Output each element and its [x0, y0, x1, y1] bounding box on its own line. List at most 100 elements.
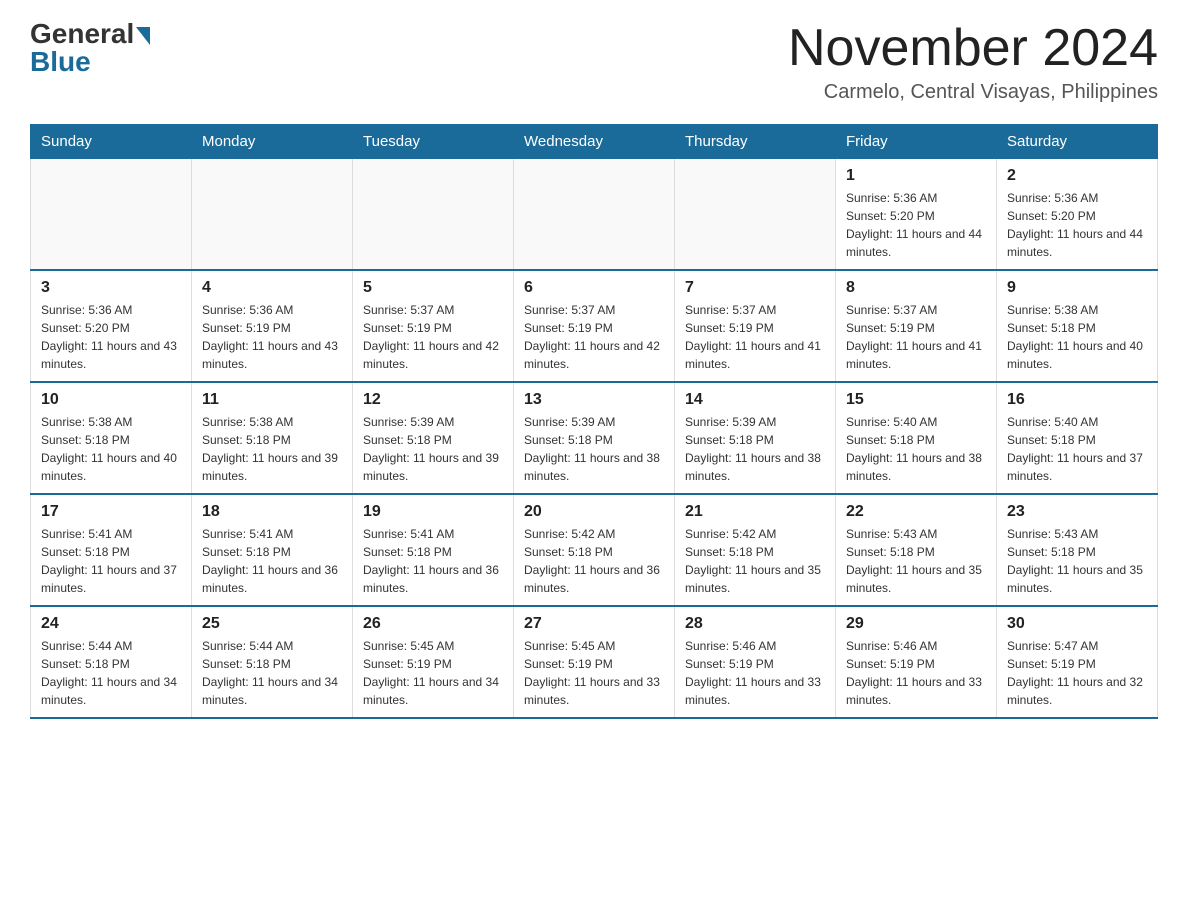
calendar-cell: 17 Sunrise: 5:41 AMSunset: 5:18 PMDayligh…: [31, 494, 192, 606]
calendar-cell: 20Sunrise: 5:42 AMSunset: 5:18 PMDayligh…: [514, 494, 675, 606]
logo-arrow-icon: [136, 27, 150, 45]
weekday-header-saturday: Saturday: [997, 125, 1158, 159]
day-number: 29: [846, 615, 986, 633]
day-number: 20: [524, 503, 664, 521]
logo-blue-text: Blue: [30, 46, 91, 78]
calendar-cell: 28 Sunrise: 5:46 AMSunset: 5:19 PMDayligh…: [675, 606, 836, 718]
day-info: Sunrise: 5:38 AMSunset: 5:18 PMDaylight:…: [202, 413, 342, 485]
calendar-cell: 26 Sunrise: 5:45 AMSunset: 5:19 PMDayligh…: [353, 606, 514, 718]
weekday-header-monday: Monday: [192, 125, 353, 159]
calendar-cell: [353, 159, 514, 271]
weekday-header-tuesday: Tuesday: [353, 125, 514, 159]
day-info: Sunrise: 5:40 AMSunset: 5:18 PMDaylight:…: [1007, 413, 1147, 485]
day-info: Sunrise: 5:37 AMSunset: 5:19 PMDaylight:…: [685, 301, 825, 373]
day-number: 10: [41, 391, 181, 409]
day-number: 3: [41, 279, 181, 297]
day-info: Sunrise: 5:41 AMSunset: 5:18 PMDaylight:…: [41, 525, 181, 597]
weekday-header-friday: Friday: [836, 125, 997, 159]
calendar-cell: 11Sunrise: 5:38 AMSunset: 5:18 PMDayligh…: [192, 382, 353, 494]
day-info: Sunrise: 5:41 AMSunset: 5:18 PMDaylight:…: [363, 525, 503, 597]
day-info: Sunrise: 5:36 AMSunset: 5:20 PMDaylight:…: [846, 189, 986, 261]
day-info: Sunrise: 5:45 AMSunset: 5:19 PMDaylight:…: [524, 637, 664, 709]
header-right: November 2024 Carmelo, Central Visayas, …: [788, 20, 1158, 104]
calendar-header: SundayMondayTuesdayWednesdayThursdayFrid…: [31, 125, 1158, 159]
day-info: Sunrise: 5:43 AMSunset: 5:18 PMDaylight:…: [846, 525, 986, 597]
day-number: 4: [202, 279, 342, 297]
calendar-cell: [675, 159, 836, 271]
calendar-cell: 2Sunrise: 5:36 AMSunset: 5:20 PMDaylight…: [997, 159, 1158, 271]
day-info: Sunrise: 5:36 AMSunset: 5:20 PMDaylight:…: [41, 301, 181, 373]
day-info: Sunrise: 5:40 AMSunset: 5:18 PMDaylight:…: [846, 413, 986, 485]
calendar-week-row: 24 Sunrise: 5:44 AMSunset: 5:18 PMDayligh…: [31, 606, 1158, 718]
day-number: 30: [1007, 615, 1147, 633]
calendar-cell: 7 Sunrise: 5:37 AMSunset: 5:19 PMDaylight…: [675, 270, 836, 382]
day-number: 12: [363, 391, 503, 409]
calendar-cell: 1 Sunrise: 5:36 AMSunset: 5:20 PMDaylight…: [836, 159, 997, 271]
day-number: 21: [685, 503, 825, 521]
calendar-body: 1 Sunrise: 5:36 AMSunset: 5:20 PMDaylight…: [31, 159, 1158, 719]
calendar-cell: 14 Sunrise: 5:39 AMSunset: 5:18 PMDayligh…: [675, 382, 836, 494]
day-number: 13: [524, 391, 664, 409]
calendar-cell: 21 Sunrise: 5:42 AMSunset: 5:18 PMDayligh…: [675, 494, 836, 606]
day-number: 24: [41, 615, 181, 633]
day-info: Sunrise: 5:37 AMSunset: 5:19 PMDaylight:…: [846, 301, 986, 373]
calendar-cell: 16Sunrise: 5:40 AMSunset: 5:18 PMDayligh…: [997, 382, 1158, 494]
day-number: 8: [846, 279, 986, 297]
day-number: 25: [202, 615, 342, 633]
calendar-cell: 19Sunrise: 5:41 AMSunset: 5:18 PMDayligh…: [353, 494, 514, 606]
day-info: Sunrise: 5:41 AMSunset: 5:18 PMDaylight:…: [202, 525, 342, 597]
calendar-cell: 12 Sunrise: 5:39 AMSunset: 5:18 PMDayligh…: [353, 382, 514, 494]
calendar-week-row: 17 Sunrise: 5:41 AMSunset: 5:18 PMDayligh…: [31, 494, 1158, 606]
day-info: Sunrise: 5:38 AMSunset: 5:18 PMDaylight:…: [41, 413, 181, 485]
page-header: General Blue November 2024 Carmelo, Cent…: [30, 20, 1158, 104]
day-number: 5: [363, 279, 503, 297]
day-number: 17: [41, 503, 181, 521]
calendar-cell: [192, 159, 353, 271]
day-info: Sunrise: 5:44 AMSunset: 5:18 PMDaylight:…: [41, 637, 181, 709]
calendar-cell: 9 Sunrise: 5:38 AMSunset: 5:18 PMDaylight…: [997, 270, 1158, 382]
calendar-cell: 24 Sunrise: 5:44 AMSunset: 5:18 PMDayligh…: [31, 606, 192, 718]
day-number: 23: [1007, 503, 1147, 521]
day-info: Sunrise: 5:42 AMSunset: 5:18 PMDaylight:…: [685, 525, 825, 597]
calendar-table: SundayMondayTuesdayWednesdayThursdayFrid…: [30, 124, 1158, 719]
day-number: 28: [685, 615, 825, 633]
calendar-cell: 18 Sunrise: 5:41 AMSunset: 5:18 PMDayligh…: [192, 494, 353, 606]
calendar-week-row: 3 Sunrise: 5:36 AMSunset: 5:20 PMDaylight…: [31, 270, 1158, 382]
logo: General Blue: [30, 20, 150, 78]
day-info: Sunrise: 5:36 AMSunset: 5:19 PMDaylight:…: [202, 301, 342, 373]
calendar-cell: 15Sunrise: 5:40 AMSunset: 5:18 PMDayligh…: [836, 382, 997, 494]
calendar-cell: 13 Sunrise: 5:39 AMSunset: 5:18 PMDayligh…: [514, 382, 675, 494]
weekday-header-row: SundayMondayTuesdayWednesdayThursdayFrid…: [31, 125, 1158, 159]
day-info: Sunrise: 5:47 AMSunset: 5:19 PMDaylight:…: [1007, 637, 1147, 709]
day-info: Sunrise: 5:44 AMSunset: 5:18 PMDaylight:…: [202, 637, 342, 709]
day-number: 7: [685, 279, 825, 297]
weekday-header-sunday: Sunday: [31, 125, 192, 159]
weekday-header-wednesday: Wednesday: [514, 125, 675, 159]
day-number: 26: [363, 615, 503, 633]
calendar-cell: 5Sunrise: 5:37 AMSunset: 5:19 PMDaylight…: [353, 270, 514, 382]
day-number: 14: [685, 391, 825, 409]
calendar-cell: 3 Sunrise: 5:36 AMSunset: 5:20 PMDaylight…: [31, 270, 192, 382]
day-info: Sunrise: 5:39 AMSunset: 5:18 PMDaylight:…: [363, 413, 503, 485]
calendar-cell: 22Sunrise: 5:43 AMSunset: 5:18 PMDayligh…: [836, 494, 997, 606]
calendar-week-row: 1 Sunrise: 5:36 AMSunset: 5:20 PMDaylight…: [31, 159, 1158, 271]
day-number: 18: [202, 503, 342, 521]
month-title: November 2024: [788, 20, 1158, 77]
day-info: Sunrise: 5:39 AMSunset: 5:18 PMDaylight:…: [524, 413, 664, 485]
calendar-week-row: 10 Sunrise: 5:38 AMSunset: 5:18 PMDayligh…: [31, 382, 1158, 494]
day-number: 9: [1007, 279, 1147, 297]
day-number: 6: [524, 279, 664, 297]
day-info: Sunrise: 5:45 AMSunset: 5:19 PMDaylight:…: [363, 637, 503, 709]
calendar-cell: 6Sunrise: 5:37 AMSunset: 5:19 PMDaylight…: [514, 270, 675, 382]
day-info: Sunrise: 5:43 AMSunset: 5:18 PMDaylight:…: [1007, 525, 1147, 597]
weekday-header-thursday: Thursday: [675, 125, 836, 159]
day-info: Sunrise: 5:46 AMSunset: 5:19 PMDaylight:…: [685, 637, 825, 709]
calendar-cell: 29Sunrise: 5:46 AMSunset: 5:19 PMDayligh…: [836, 606, 997, 718]
calendar-cell: 27 Sunrise: 5:45 AMSunset: 5:19 PMDayligh…: [514, 606, 675, 718]
day-info: Sunrise: 5:38 AMSunset: 5:18 PMDaylight:…: [1007, 301, 1147, 373]
calendar-cell: 4 Sunrise: 5:36 AMSunset: 5:19 PMDaylight…: [192, 270, 353, 382]
day-number: 1: [846, 167, 986, 185]
day-number: 27: [524, 615, 664, 633]
day-info: Sunrise: 5:39 AMSunset: 5:18 PMDaylight:…: [685, 413, 825, 485]
calendar-cell: 25 Sunrise: 5:44 AMSunset: 5:18 PMDayligh…: [192, 606, 353, 718]
